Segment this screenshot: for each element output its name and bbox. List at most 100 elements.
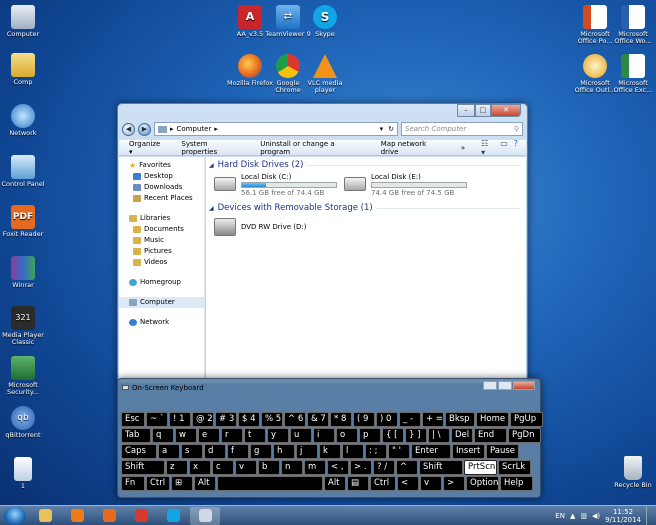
key-3[interactable]: # 3 <box>215 412 237 427</box>
on-screen-keyboard[interactable]: On-Screen Keyboard Esc ~ `! 1 @ 2 # 3 $ 4% 5… <box>117 378 543 498</box>
taskbar-chrome-button[interactable] <box>126 507 156 525</box>
key-caps[interactable]: Caps <box>121 444 157 459</box>
start-button[interactable] <box>4 506 26 525</box>
key-w[interactable]: w <box>175 428 197 443</box>
osk-close-button[interactable] <box>513 381 535 390</box>
key-symbol[interactable]: : ; <box>365 444 387 459</box>
key-alt[interactable]: Alt <box>194 476 216 491</box>
drive-c[interactable]: Local Disk (C:) 56.1 GB free of 74.4 GB <box>214 173 337 197</box>
desktop-icon-qbittorrent[interactable]: qb qBittorrent <box>0 406 46 439</box>
key-scrlk[interactable]: ScrLk <box>498 460 531 475</box>
key-symbol[interactable]: < , <box>327 460 349 475</box>
key-enter[interactable]: Enter <box>411 444 451 459</box>
key-1[interactable]: ! 1 <box>169 412 191 427</box>
key-p[interactable]: p <box>359 428 381 443</box>
key-ctrl[interactable]: Ctrl <box>146 476 170 491</box>
nav-network[interactable]: Network <box>119 317 204 328</box>
nav-computer[interactable]: Computer <box>119 297 204 308</box>
key-pgup[interactable]: PgUp <box>510 412 543 427</box>
key-y[interactable]: y <box>267 428 289 443</box>
show-desktop-button[interactable] <box>646 506 652 525</box>
search-box[interactable]: Search Computer ⚲ <box>401 122 523 136</box>
organize-button[interactable]: Organize ▾ <box>129 140 165 156</box>
key-symbol[interactable]: ⊞ <box>171 476 193 491</box>
key-tab[interactable]: Tab <box>121 428 151 443</box>
key-home[interactable]: Home <box>476 412 509 427</box>
key-bksp[interactable]: Bksp <box>445 412 475 427</box>
key-b[interactable]: b <box>258 460 280 475</box>
key-g[interactable]: g <box>250 444 272 459</box>
nav-libraries[interactable]: Libraries <box>119 213 204 224</box>
key-x[interactable]: x <box>189 460 211 475</box>
key-i[interactable]: i <box>313 428 335 443</box>
key-shift[interactable]: Shift <box>419 460 463 475</box>
key-symbol[interactable]: > <box>443 476 465 491</box>
drive-e[interactable]: Local Disk (E:) 74.4 GB free of 74.5 GB <box>344 173 467 197</box>
desktop-icon-vlc[interactable]: VLC media player <box>302 54 348 94</box>
key-a[interactable]: a <box>158 444 180 459</box>
key-symbol[interactable]: > . <box>350 460 372 475</box>
desktop-icon-computer[interactable]: Computer <box>0 5 46 38</box>
desktop-icon-network[interactable]: Network <box>0 104 46 137</box>
key-pgdn[interactable]: PgDn <box>508 428 541 443</box>
key-t[interactable]: t <box>244 428 266 443</box>
key-symbol[interactable]: _ - <box>399 412 421 427</box>
key-symbol[interactable]: { [ <box>382 428 404 443</box>
address-dropdown-icon[interactable]: ▾ <box>380 125 386 133</box>
minimize-button[interactable]: – <box>457 104 475 117</box>
nav-downloads[interactable]: Downloads <box>119 182 204 193</box>
key-n[interactable]: n <box>281 460 303 475</box>
key-symbol[interactable]: ? / <box>373 460 395 475</box>
group-header-hdd[interactable]: ◢ Hard Disk Drives (2) <box>209 159 520 171</box>
key-8[interactable]: * 8 <box>330 412 352 427</box>
key-k[interactable]: k <box>319 444 341 459</box>
address-bar[interactable]: ▸ Computer ▸ ▾ ↻ <box>154 122 398 136</box>
key-space[interactable] <box>217 476 323 491</box>
key-symbol[interactable]: ▤ <box>347 476 369 491</box>
key-help[interactable]: Help <box>500 476 533 491</box>
language-indicator[interactable]: EN <box>555 512 565 520</box>
key-7[interactable]: & 7 <box>307 412 329 427</box>
drive-d[interactable]: DVD RW Drive (D:) <box>214 218 307 236</box>
key-v[interactable]: v <box>235 460 257 475</box>
desktop-icon-media-player-classic[interactable]: 321 Media Player Classic <box>0 306 46 346</box>
key-v[interactable]: v <box>420 476 442 491</box>
key-u[interactable]: u <box>290 428 312 443</box>
key-symbol[interactable]: | \ <box>428 428 450 443</box>
desktop-icon-foxit-reader[interactable]: PDF Foxit Reader <box>0 205 46 238</box>
key-2[interactable]: @ 2 <box>192 412 214 427</box>
breadcrumb-computer[interactable]: Computer <box>177 125 212 133</box>
refresh-icon[interactable]: ↻ <box>388 125 397 133</box>
key-m[interactable]: m <box>304 460 326 475</box>
taskbar-firefox-button[interactable] <box>94 507 124 525</box>
back-button[interactable]: ◀ <box>122 122 135 136</box>
uninstall-program-button[interactable]: Uninstall or change a program <box>260 140 364 156</box>
key-d[interactable]: d <box>204 444 226 459</box>
key-esc[interactable]: Esc <box>121 412 145 427</box>
desktop-icon-recycle-bin[interactable]: Recycle Bin <box>610 456 656 489</box>
key-6[interactable]: ^ 6 <box>284 412 306 427</box>
desktop-icon-file[interactable]: 1 <box>0 457 46 490</box>
more-commands-button[interactable]: » <box>461 144 465 152</box>
desktop-icon-microsoft-security[interactable]: Microsoft Security... <box>0 356 46 396</box>
nav-videos[interactable]: Videos <box>119 257 204 268</box>
osk-minimize-button[interactable] <box>483 381 497 390</box>
desktop-icon-word[interactable]: Microsoft Office Wo... <box>610 5 656 45</box>
key-0[interactable]: ) 0 <box>376 412 398 427</box>
key-r[interactable]: r <box>221 428 243 443</box>
key-symbol[interactable]: < <box>397 476 419 491</box>
key-symbol[interactable]: } ] <box>405 428 427 443</box>
key-symbol[interactable]: ^ <box>396 460 418 475</box>
system-properties-button[interactable]: System properties <box>181 140 244 156</box>
key-5[interactable]: % 5 <box>261 412 283 427</box>
key-z[interactable]: z <box>166 460 188 475</box>
maximize-button[interactable]: □ <box>475 104 491 117</box>
key-fn[interactable]: Fn <box>121 476 145 491</box>
key-q[interactable]: q <box>152 428 174 443</box>
key-options[interactable]: Options <box>466 476 499 491</box>
key-9[interactable]: ( 9 <box>353 412 375 427</box>
key-symbol[interactable]: ~ ` <box>146 412 168 427</box>
taskbar-explorer-button[interactable] <box>30 507 60 525</box>
key-symbol[interactable]: + = <box>422 412 444 427</box>
key-c[interactable]: c <box>212 460 234 475</box>
